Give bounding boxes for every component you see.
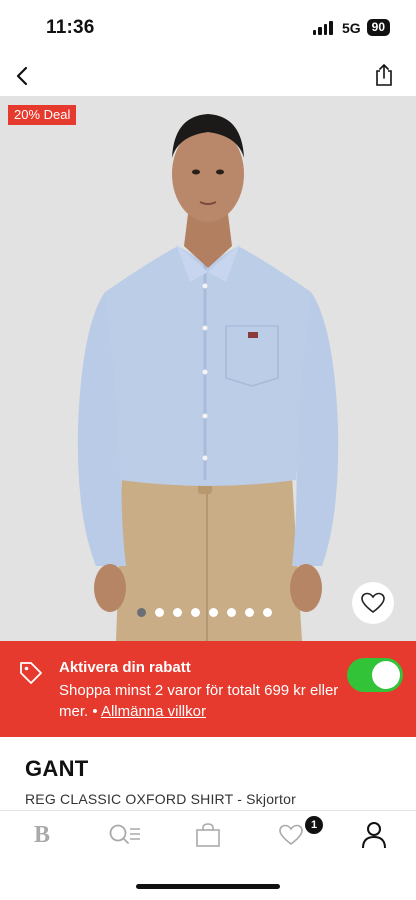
tab-cart[interactable]	[188, 818, 228, 852]
status-bar: 11:36 5G 90	[0, 0, 416, 56]
brand-logo-icon: B	[33, 821, 50, 848]
terms-link[interactable]: Allmänna villkor	[101, 703, 206, 720]
signal-icon	[312, 20, 333, 35]
tab-profile[interactable]	[354, 818, 394, 852]
pagination-dot[interactable]	[173, 608, 182, 617]
promo-title: Aktivera din rabatt	[59, 659, 191, 676]
pagination-dot[interactable]	[263, 608, 272, 617]
pagination-dot[interactable]	[191, 608, 200, 617]
image-pagination	[137, 608, 272, 617]
back-button[interactable]	[10, 62, 34, 90]
tag-icon	[20, 662, 42, 684]
pagination-dot[interactable]	[209, 608, 218, 617]
status-indicators: 5G 90	[312, 19, 390, 36]
network-label: 5G	[341, 19, 361, 36]
discount-banner: Aktivera din rabatt Shoppa minst 2 varor…	[0, 641, 416, 737]
product-brand[interactable]: GANT	[25, 756, 89, 782]
home-indicator	[136, 884, 280, 889]
pagination-dot[interactable]	[137, 608, 146, 617]
nav-bar	[0, 56, 416, 96]
product-photo	[0, 96, 416, 641]
activate-discount-toggle[interactable]	[347, 658, 403, 692]
wishlist-count-badge: 1	[305, 816, 323, 834]
user-icon	[362, 822, 386, 849]
add-to-wishlist-button[interactable]	[352, 582, 394, 624]
pagination-dot[interactable]	[227, 608, 236, 617]
pagination-dot[interactable]	[245, 608, 254, 617]
chevron-left-icon	[16, 66, 28, 86]
heart-icon	[279, 824, 303, 846]
deal-badge: 20% Deal	[8, 105, 77, 125]
product-name: REG CLASSIC OXFORD SHIRT - Skjortor	[25, 791, 296, 807]
pagination-dot[interactable]	[155, 608, 164, 617]
search-icon	[109, 824, 140, 844]
product-image[interactable]: 20% Deal	[0, 96, 416, 641]
tab-search[interactable]	[105, 818, 145, 852]
status-time: 11:36	[46, 17, 95, 38]
tab-home[interactable]: B	[22, 818, 62, 852]
share-icon	[376, 64, 392, 86]
share-button[interactable]	[372, 61, 396, 89]
shopping-bag-icon	[196, 823, 220, 847]
toggle-knob	[372, 661, 400, 689]
battery-icon: 90	[366, 19, 390, 36]
heart-icon	[361, 592, 385, 614]
promo-text: Shoppa minst 2 varor för totalt 699 kr e…	[59, 680, 339, 722]
